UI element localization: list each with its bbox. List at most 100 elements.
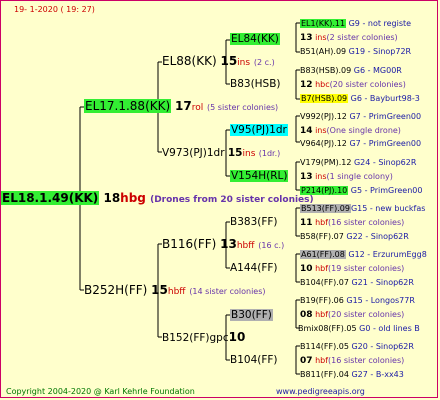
gen4-id2: P214(PJ).10 — [300, 186, 349, 195]
gen4-id2: Bmix08(FF).05 — [298, 324, 357, 333]
gen4-note: (1 single colony) — [326, 172, 393, 181]
gen4-note: (One single drone) — [326, 126, 401, 135]
gen4-tag2: G27 - B-xx43 — [351, 370, 404, 379]
gen4-id2: B104(FF).07 — [300, 278, 349, 287]
gen4-id: V179(PM).12 — [300, 158, 352, 167]
gen4-drones: 12 hbc(20 sister colonies) — [300, 78, 406, 92]
gen1-bottom[interactable]: B252H(FF) 15hbff (14 sister colonies) — [84, 284, 266, 299]
gen3-id: EL84(KK) — [230, 33, 280, 45]
gen4-num: 13 — [300, 172, 313, 182]
gen1-top-num: 17 — [175, 99, 192, 113]
gen4-sub: ins — [315, 126, 327, 135]
gen4-id2: B58(FF).07 — [300, 232, 344, 241]
gen2-sub: ins — [237, 58, 251, 68]
gen2-item[interactable]: B152(FF)gpc10 — [162, 331, 245, 345]
gen2-num: 15 — [227, 147, 243, 159]
gen4-sub: hbf — [315, 264, 329, 273]
gen3-item[interactable]: EL84(KK) — [230, 33, 280, 46]
gen1-bottom-note: (14 sister colonies) — [189, 287, 266, 296]
gen4-id: B114(FF).05 — [300, 342, 349, 351]
gen4-tag: G15 - new buckfas — [350, 204, 426, 213]
gen2-note: (2 c.) — [253, 58, 275, 67]
gen4-tag2: G6 - Bayburt98-3 — [350, 94, 420, 103]
gen3-item[interactable]: B83(HSB) — [230, 78, 281, 91]
gen4-num: 08 — [300, 310, 313, 320]
gen1-top[interactable]: EL17.1.88(KK) 17rol (5 sister colonies) — [84, 99, 279, 115]
gen4-queen[interactable]: V179(PM).12 G24 - Sinop62R — [300, 156, 416, 169]
gen4-drone-queen[interactable]: Bmix08(FF).05 G0 - old lines B — [298, 322, 420, 335]
website-link[interactable]: www.pedigreeapis.org — [276, 385, 365, 398]
gen4-num: 12 — [300, 80, 313, 90]
gen3-item[interactable]: A144(FF) — [230, 262, 278, 275]
gen4-sub: hbc — [315, 80, 330, 89]
gen4-drone-queen[interactable]: P214(PJ).10 G5 - PrimGreen00 — [300, 184, 422, 197]
gen4-tag2: G7 - PrimGreen00 — [349, 139, 422, 148]
gen2-note: (1dr.) — [258, 149, 281, 158]
gen4-num: 10 — [300, 264, 313, 274]
gen4-queen[interactable]: B83(HSB).09 G6 - MG00R — [300, 64, 402, 77]
gen4-queen[interactable]: V992(PJ).12 G7 - PrimGreen00 — [300, 110, 421, 123]
gen2-item[interactable]: V973(PJ)1dr 15ins (1dr.) — [162, 147, 280, 161]
gen4-tag: G24 - Sinop62R — [353, 158, 417, 167]
gen4-queen[interactable]: B114(FF).05 G20 - Sinop62R — [300, 340, 414, 353]
gen1-bottom-sub: hbff — [167, 287, 186, 297]
gen4-num: 14 — [300, 126, 313, 136]
root-id: EL18.1.49(KK) — [1, 191, 100, 205]
gen3-id: B104(FF) — [230, 354, 278, 366]
gen4-drone-queen[interactable]: B811(FF).04 G27 - B-xx43 — [300, 368, 404, 381]
gen4-drone-queen[interactable]: B58(FF).07 G22 - Sinop62R — [300, 230, 409, 243]
gen1-bottom-id: B252H(FF) — [84, 283, 148, 297]
gen1-bottom-num: 15 — [151, 283, 168, 297]
gen4-drones: 13 ins(1 single colony) — [300, 170, 393, 184]
gen2-id: EL88(KK) — [162, 54, 217, 68]
gen2-sub: ins — [242, 149, 256, 159]
gen4-id2: B7(HSB).09 — [300, 94, 349, 103]
gen4-id2: B811(FF).04 — [300, 370, 349, 379]
gen4-sub: ins — [315, 172, 327, 181]
gen1-top-note: (5 sister colonies) — [207, 103, 279, 112]
gen4-queen[interactable]: EL1(KK).11 G9 - not registe — [300, 17, 411, 30]
gen2-num: 10 — [228, 330, 246, 344]
gen1-top-sub: rol — [191, 103, 204, 113]
gen1-top-id: EL17.1.88(KK) — [84, 99, 172, 113]
gen4-drone-queen[interactable]: B51(AH).09 G19 - Sinop72R — [300, 45, 411, 58]
gen4-id: V992(PJ).12 — [300, 112, 347, 121]
gen4-queen[interactable]: B19(FF).06 G15 - Longos77R — [300, 294, 415, 307]
gen4-queen[interactable]: A61(FF).08 G12 - ErzurumEgg8 — [300, 248, 427, 261]
gen3-id: B83(HSB) — [230, 78, 281, 90]
gen4-id2: B51(AH).09 — [300, 47, 347, 56]
gen4-tag2: G22 - Sinop62R — [346, 232, 409, 241]
root-num: 18 — [103, 191, 121, 205]
gen4-sub: hbf — [315, 356, 329, 365]
gen4-drone-queen[interactable]: V964(PJ).12 G7 - PrimGreen00 — [300, 137, 421, 150]
gen3-item[interactable]: B30(FF) — [230, 309, 273, 322]
gen3-id: V154H(RL) — [230, 170, 289, 182]
gen2-item[interactable]: B116(FF) 13hbff (16 c.) — [162, 238, 284, 253]
root-sub: hbg — [120, 191, 146, 205]
gen3-item[interactable]: V154H(RL) — [230, 170, 289, 183]
copyright: Copyright 2004-2020 @ Karl Kehrle Founda… — [6, 387, 195, 396]
gen4-sub: hbf — [315, 218, 329, 227]
gen4-id: B513(FF).09 — [300, 204, 351, 213]
gen4-tag: G12 - ErzurumEgg8 — [348, 250, 427, 259]
gen4-note: (16 sister colonies) — [328, 218, 405, 227]
gen4-drone-queen[interactable]: B104(FF).07 G21 - Sinop62R — [300, 276, 414, 289]
gen4-sub: ins — [315, 33, 327, 42]
gen4-id2: V964(PJ).12 — [300, 139, 347, 148]
gen4-tag: G15 - Longos77R — [346, 296, 415, 305]
gen4-sub: hbf — [315, 310, 329, 319]
gen3-item[interactable]: B104(FF) — [230, 354, 278, 367]
gen4-note: (19 sister colonies) — [328, 264, 405, 273]
gen4-queen[interactable]: B513(FF).09G15 - new buckfas — [300, 202, 425, 215]
gen2-note: (16 c.) — [258, 241, 285, 250]
root-note: (Drones from 20 sister colonies) — [150, 195, 314, 205]
gen3-item[interactable]: V95(PJ)1dr — [230, 124, 288, 137]
root-queen[interactable]: EL18.1.49(KK) 18hbg (Drones from 20 sist… — [1, 191, 314, 207]
gen2-id: B152(FF)gpc — [162, 332, 229, 344]
gen2-item[interactable]: EL88(KK) 15ins (2 c.) — [162, 55, 275, 70]
gen3-id: A144(FF) — [230, 262, 278, 274]
gen4-note: (2 sister colonies) — [326, 33, 398, 42]
gen3-item[interactable]: B383(FF) — [230, 216, 278, 229]
gen4-tag: G6 - MG00R — [353, 66, 402, 75]
gen4-drone-queen[interactable]: B7(HSB).09 G6 - Bayburt98-3 — [300, 92, 420, 105]
